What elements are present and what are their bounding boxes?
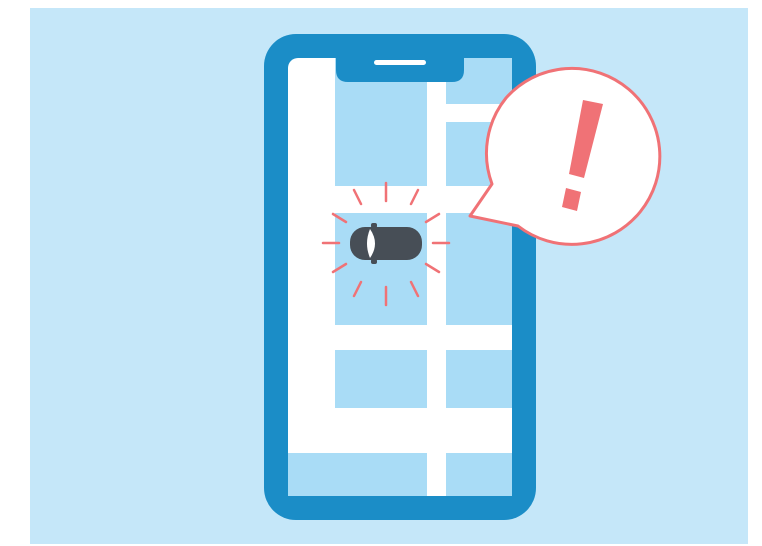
car-mirror (371, 259, 377, 264)
speaker-bar (374, 60, 426, 65)
city-block (446, 213, 512, 325)
car-icon (350, 223, 422, 264)
city-block (446, 350, 512, 408)
map-screen (288, 58, 512, 496)
car-alert-illustration (30, 8, 748, 544)
smartphone-icon (264, 34, 536, 520)
city-block (335, 350, 427, 408)
city-block (446, 453, 512, 496)
illustration-page (0, 0, 762, 546)
car-mirror (371, 223, 377, 228)
city-block (288, 453, 427, 496)
car-body (350, 227, 422, 260)
